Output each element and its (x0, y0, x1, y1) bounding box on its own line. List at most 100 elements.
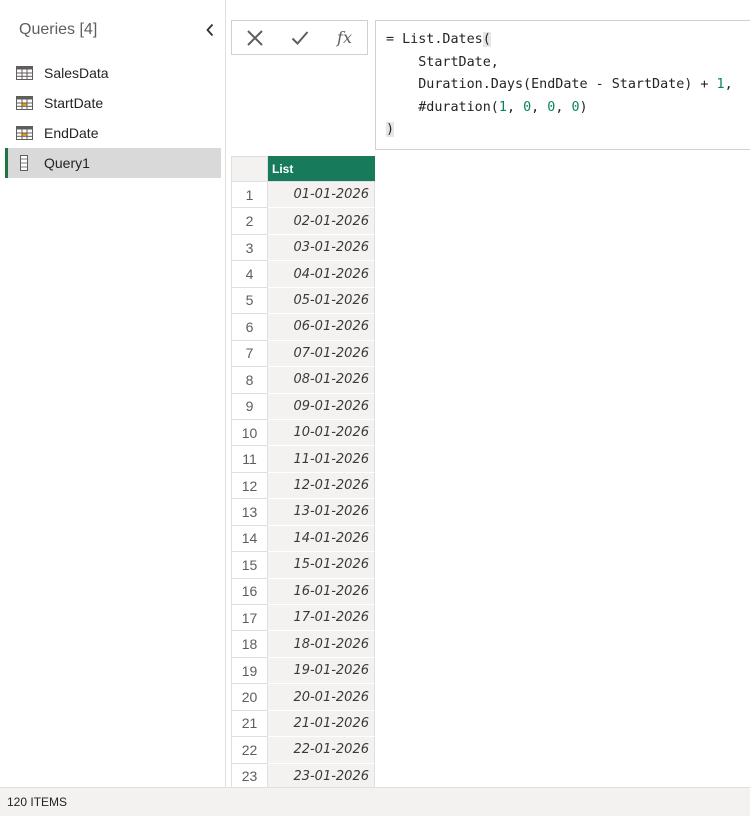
row-number[interactable]: 7 (231, 340, 268, 368)
query-item-salesdata[interactable]: SalesData (5, 58, 221, 88)
date-cell[interactable]: 19-01-2026 (268, 657, 375, 685)
row-number[interactable]: 10 (231, 419, 268, 447)
date-cell[interactable]: 01-01-2026 (268, 182, 375, 209)
parameter-table-icon (15, 96, 33, 110)
table-row: 13 13-01-2026 (231, 499, 375, 526)
status-bar: 120 ITEMS (0, 787, 750, 816)
row-number[interactable]: 11 (231, 446, 268, 473)
row-number[interactable]: 2 (231, 208, 268, 235)
date-cell[interactable]: 16-01-2026 (268, 578, 375, 605)
chevron-left-icon (206, 23, 214, 37)
grid-corner[interactable] (231, 156, 268, 182)
date-cell[interactable]: 06-01-2026 (268, 314, 375, 341)
row-number[interactable]: 8 (231, 367, 268, 394)
table-row: 9 09-01-2026 (231, 393, 375, 420)
query-item-enddate[interactable]: EndDate (5, 118, 221, 148)
date-cell[interactable]: 08-01-2026 (268, 367, 375, 394)
table-row: 12 12-01-2026 (231, 472, 375, 500)
date-cell[interactable]: 13-01-2026 (268, 499, 375, 526)
table-row: 7 07-01-2026 (231, 340, 375, 368)
date-cell[interactable]: 11-01-2026 (268, 446, 375, 473)
table-row: 16 16-01-2026 (231, 578, 375, 605)
date-cell[interactable]: 14-01-2026 (268, 525, 375, 553)
table-row: 3 03-01-2026 (231, 234, 375, 262)
date-cell[interactable]: 22-01-2026 (268, 737, 375, 764)
date-cell[interactable]: 10-01-2026 (268, 419, 375, 447)
query-item-label: Query1 (44, 155, 90, 171)
table-row: 2 02-01-2026 (231, 208, 375, 235)
formula-line: ) (386, 119, 745, 142)
cancel-formula-button[interactable] (232, 21, 277, 54)
date-cell[interactable]: 21-01-2026 (268, 710, 375, 738)
date-cell[interactable]: 20-01-2026 (268, 684, 375, 711)
row-number[interactable]: 6 (231, 314, 268, 341)
date-cell[interactable]: 17-01-2026 (268, 605, 375, 632)
query-item-label: EndDate (44, 125, 99, 141)
query-list: SalesData StartDate EndDate Query1 (5, 58, 221, 178)
query-item-label: StartDate (44, 95, 104, 111)
row-number[interactable]: 9 (231, 393, 268, 420)
table-row: 5 05-01-2026 (231, 287, 375, 315)
query-item-query1[interactable]: Query1 (5, 148, 221, 178)
table-row: 4 04-01-2026 (231, 261, 375, 288)
row-number[interactable]: 14 (231, 525, 268, 553)
formula-bar-controls: fx (231, 20, 368, 55)
formula-line: Duration.Days(EndDate - StartDate) + 1, (386, 77, 733, 92)
checkmark-icon (291, 30, 308, 45)
close-icon (246, 29, 263, 46)
row-number[interactable]: 3 (231, 234, 268, 262)
table-row: 21 21-01-2026 (231, 710, 375, 738)
row-number[interactable]: 12 (231, 472, 268, 500)
formula-editor[interactable]: = List.Dates( StartDate, Duration.Days(E… (375, 20, 750, 150)
collapse-pane-button[interactable] (200, 19, 220, 41)
row-number[interactable]: 22 (231, 737, 268, 764)
queries-header: Queries [4] (19, 21, 98, 38)
insert-function-button[interactable]: fx (322, 21, 367, 54)
table-row: 15 15-01-2026 (231, 552, 375, 579)
date-cell[interactable]: 07-01-2026 (268, 340, 375, 368)
row-number[interactable]: 13 (231, 499, 268, 526)
row-number[interactable]: 18 (231, 631, 268, 658)
query-item-startdate[interactable]: StartDate (5, 88, 221, 118)
open-paren: ( (482, 32, 491, 47)
table-icon (15, 66, 33, 80)
date-cell[interactable]: 18-01-2026 (268, 631, 375, 658)
column-header-list[interactable]: List (268, 156, 375, 182)
row-number[interactable]: 16 (231, 578, 268, 605)
table-row: 11 11-01-2026 (231, 446, 375, 473)
data-grid: List 1 01-01-2026 2 02-01-2026 3 03-01-2026 4 0… (231, 156, 375, 791)
date-cell[interactable]: 04-01-2026 (268, 261, 375, 288)
parameter-table-icon (15, 126, 33, 140)
row-number[interactable]: 5 (231, 287, 268, 315)
close-paren: ) (386, 122, 395, 137)
number-literal: 1 (716, 77, 725, 92)
table-row: 18 18-01-2026 (231, 631, 375, 658)
row-number[interactable]: 4 (231, 261, 268, 288)
table-row: 14 14-01-2026 (231, 525, 375, 553)
item-count: 120 ITEMS (7, 795, 68, 809)
formula-line: StartDate, (386, 54, 499, 70)
table-row: 19 19-01-2026 (231, 657, 375, 685)
date-cell[interactable]: 12-01-2026 (268, 472, 375, 500)
commit-formula-button[interactable] (277, 21, 322, 54)
row-number[interactable]: 17 (231, 605, 268, 632)
fx-icon: fx (337, 28, 352, 47)
table-row: 22 22-01-2026 (231, 737, 375, 764)
formula-line: #duration(1, 0, 0, 0) (386, 99, 588, 115)
date-cell[interactable]: 09-01-2026 (268, 393, 375, 420)
date-cell[interactable]: 03-01-2026 (268, 234, 375, 262)
table-row: 10 10-01-2026 (231, 419, 375, 447)
row-number[interactable]: 20 (231, 684, 268, 711)
queries-pane: Queries [4] SalesData StartDate EndDate … (0, 0, 226, 787)
row-number[interactable]: 19 (231, 657, 268, 685)
grid-body: 1 01-01-2026 2 02-01-2026 3 03-01-2026 4 04-01-… (231, 182, 375, 791)
row-number[interactable]: 15 (231, 552, 268, 579)
formula-line: = List.Dates( (386, 32, 491, 47)
date-cell[interactable]: 05-01-2026 (268, 287, 375, 315)
table-row: 20 20-01-2026 (231, 684, 375, 711)
date-cell[interactable]: 02-01-2026 (268, 208, 375, 235)
row-number[interactable]: 1 (231, 182, 268, 209)
date-cell[interactable]: 15-01-2026 (268, 552, 375, 579)
table-row: 17 17-01-2026 (231, 605, 375, 632)
row-number[interactable]: 21 (231, 710, 268, 738)
